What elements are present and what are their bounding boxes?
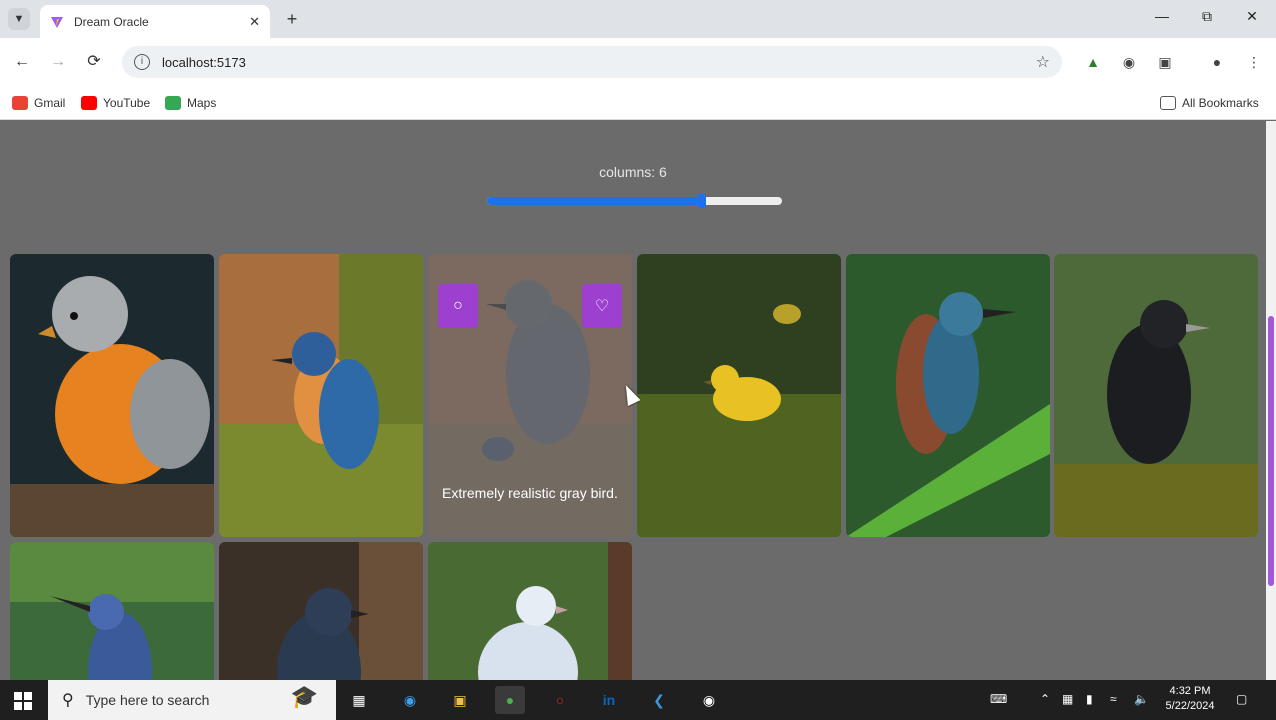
battery-icon[interactable]: ▮ (1086, 692, 1093, 706)
search-icon: ○ (453, 297, 463, 314)
bird-photo (1054, 254, 1258, 537)
browser-tab[interactable]: Dream Oracle ✕ (40, 5, 270, 38)
taskbar-clock[interactable]: 4:32 PM 5/22/2024 (1160, 684, 1220, 714)
gallery-image-bluebird-open-beak[interactable] (10, 542, 214, 680)
menu-dots-icon[interactable]: ⋮ (1244, 52, 1264, 72)
bird-photo (637, 254, 841, 537)
minimize-icon[interactable]: — (1152, 8, 1172, 24)
bird-photo (10, 254, 214, 537)
bird-photo (219, 254, 423, 537)
all-bookmarks-label: All Bookmarks (1182, 96, 1259, 110)
bookmark-gmail[interactable]: Gmail (12, 93, 65, 113)
windows-start-icon[interactable] (14, 692, 32, 710)
restore-icon[interactable]: ⧉ (1197, 8, 1217, 25)
file-explorer-icon[interactable]: ▣ (445, 686, 475, 714)
heart-icon: ♡ (594, 298, 610, 315)
columns-label: columns: 6 (599, 164, 667, 180)
vscode-icon[interactable]: ❮ (644, 686, 674, 714)
gallery-image-yellow-bird[interactable] (637, 254, 841, 537)
bookmark-label: YouTube (103, 96, 151, 110)
slider-thumb[interactable] (698, 194, 707, 208)
page-scrollbar[interactable] (1266, 121, 1276, 680)
extension-icon[interactable]: ▲ (1083, 52, 1103, 72)
gallery-image-gray-bird[interactable]: ○ ♡ Extremely realistic gray bird. (428, 254, 632, 537)
gallery-image-black-bird[interactable] (1054, 254, 1258, 537)
profile-avatar-icon[interactable]: ● (1207, 52, 1227, 72)
back-arrow-icon[interactable]: ← (10, 50, 34, 74)
bird-photo (846, 254, 1050, 537)
browser-toolbar: ← → ⟳ i localhost:5173 ☆ ▲ ◉ ▣ ● ⋮ (0, 38, 1276, 86)
close-tab-icon[interactable]: ✕ (249, 14, 260, 30)
opera-icon[interactable]: ○ (545, 686, 575, 714)
scrollbar-thumb[interactable] (1268, 316, 1274, 586)
gallery-image-teal-brown-bird[interactable] (846, 254, 1050, 537)
all-bookmarks-button[interactable]: All Bookmarks (1160, 93, 1259, 113)
slider-fill (487, 197, 703, 205)
gallery-image-blue-orange-bird[interactable] (219, 254, 423, 537)
edge-icon[interactable]: ◉ (395, 686, 425, 714)
new-tab-button[interactable]: + (282, 9, 302, 29)
camera-icon[interactable]: ◉ (1119, 52, 1139, 72)
bookmark-label: Maps (187, 96, 217, 110)
vite-favicon-icon (51, 16, 63, 28)
recorder-icon[interactable]: ◉ (694, 686, 724, 714)
chrome-icon[interactable]: ● (495, 686, 525, 714)
taskbar-search-placeholder: Type here to search (85, 692, 210, 708)
youtube-icon (81, 96, 97, 110)
clock-time: 4:32 PM (1169, 685, 1211, 697)
tab-strip: ▼ Dream Oracle ✕ + — ⧉ ✕ (0, 0, 1276, 38)
bird-photo (428, 542, 632, 680)
gallery-page: columns: 6 ○ ♡ Extremely realistic gray … (0, 121, 1266, 680)
windows-taskbar: ⚲ Type here to search 🎓 ▦ ◉ ▣ ● ○ in ❮ ◉… (0, 680, 1276, 720)
bookmark-maps[interactable]: Maps (165, 93, 216, 113)
tab-title: Dream Oracle (74, 14, 149, 29)
gallery-image-orange-bird[interactable] (10, 254, 214, 537)
keyboard-icon[interactable]: ⌨ (990, 692, 1007, 706)
tray-app-icon[interactable]: ▦ (1062, 692, 1073, 706)
forward-arrow-icon[interactable]: → (46, 50, 70, 74)
url-text[interactable]: localhost:5173 (162, 55, 246, 70)
maps-icon (165, 96, 181, 110)
puzzle-icon[interactable]: ▣ (1155, 52, 1175, 72)
volume-icon[interactable]: 🔈 (1134, 692, 1149, 706)
clock-date: 5/22/2024 (1165, 700, 1215, 712)
bookmark-star-icon[interactable]: ☆ (1036, 52, 1050, 72)
task-view-icon[interactable]: ▦ (344, 686, 374, 714)
search-image-button[interactable]: ○ (438, 284, 478, 328)
notifications-icon[interactable]: ▢ (1236, 692, 1247, 706)
folder-icon (1160, 96, 1176, 110)
graduation-cap-icon: 🎓 (290, 684, 318, 709)
bookmark-label: Gmail (34, 96, 66, 110)
close-window-icon[interactable]: ✕ (1242, 8, 1262, 25)
columns-slider[interactable] (487, 194, 782, 208)
tray-chevron-icon[interactable]: ⌃ (1040, 692, 1050, 706)
bird-photo (219, 542, 423, 680)
search-icon: ⚲ (62, 692, 74, 709)
image-caption: Extremely realistic gray bird. (442, 485, 618, 501)
taskbar-search-box[interactable]: ⚲ Type here to search 🎓 (48, 680, 336, 720)
linkedin-icon[interactable]: in (594, 686, 624, 714)
bookmarks-bar: Gmail YouTube Maps All Bookmarks (0, 86, 1276, 120)
gallery-image-white-dove[interactable] (428, 542, 632, 680)
bird-photo (10, 542, 214, 680)
gmail-icon (12, 96, 28, 110)
site-info-icon[interactable]: i (134, 54, 150, 70)
gallery-image-dark-blue-bird[interactable] (219, 542, 423, 680)
address-bar[interactable]: i localhost:5173 ☆ (122, 46, 1062, 78)
wifi-icon[interactable]: ≈ (1110, 692, 1117, 706)
bookmark-youtube[interactable]: YouTube (81, 93, 150, 113)
favorite-button[interactable]: ♡ (582, 284, 622, 328)
reload-icon[interactable]: ⟳ (82, 50, 106, 74)
tab-search-button[interactable]: ▼ (8, 8, 30, 30)
